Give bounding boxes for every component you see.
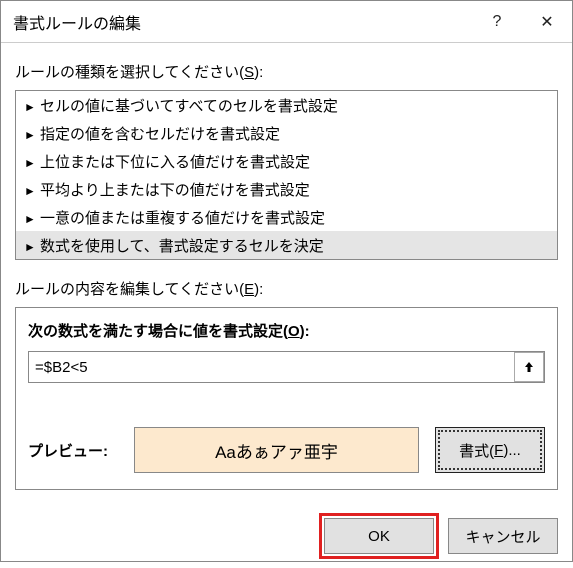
rule-type-item[interactable]: ► 一意の値または重複する値だけを書式設定 xyxy=(16,203,557,231)
rule-type-item[interactable]: ► セルの値に基づいてすべてのセルを書式設定 xyxy=(16,91,557,119)
rule-type-item-label: 上位または下位に入る値だけを書式設定 xyxy=(40,154,310,171)
edit-formatting-rule-dialog: 書式ルールの編集 ? ✕ ルールの種類を選択してください(S): ► セルの値に基… xyxy=(0,0,573,562)
arrow-icon: ► xyxy=(24,240,36,254)
rule-type-label: ルールの種類を選択してください(S): xyxy=(15,61,558,82)
arrow-icon: ► xyxy=(24,100,36,114)
collapse-dialog-button[interactable] xyxy=(514,352,544,382)
rule-type-item[interactable]: ► 上位または下位に入る値だけを書式設定 xyxy=(16,147,557,175)
arrow-icon: ► xyxy=(24,128,36,142)
dialog-button-row: OK キャンセル xyxy=(1,504,572,568)
dialog-title: 書式ルールの編集 xyxy=(13,10,472,34)
rule-content-box: 次の数式を満たす場合に値を書式設定(O): プレビュー: Aaあぁアァ亜宇 xyxy=(15,307,558,490)
rule-edit-label-key: E xyxy=(244,281,254,298)
ok-button-label: OK xyxy=(368,528,390,545)
rule-type-item[interactable]: ► 平均より上または下の値だけを書式設定 xyxy=(16,175,557,203)
formula-label-pre: 次の数式を満たす場合に値を書式設定( xyxy=(28,323,288,340)
formula-label: 次の数式を満たす場合に値を書式設定(O): xyxy=(28,320,545,341)
rule-type-list: ►セルの値に基づいてすべてのセルを書式設定 ►指定の値を含むセルだけを書式設定 … xyxy=(15,90,558,260)
close-button[interactable]: ✕ xyxy=(522,1,572,43)
rule-type-label-key: S xyxy=(244,64,254,81)
preview-box: Aaあぁアァ亜宇 xyxy=(134,427,419,473)
rule-type-label-pre: ルールの種類を選択してください( xyxy=(15,64,244,81)
rule-type-label-post: ): xyxy=(254,64,263,81)
preview-row: プレビュー: Aaあぁアァ亜宇 書式(F)... xyxy=(28,427,545,473)
rule-edit-label-pre: ルールの内容を編集してください( xyxy=(15,281,244,298)
rule-type-item[interactable]: ► 指定の値を含むセルだけを書式設定 xyxy=(16,119,557,147)
format-button-pre: 書式( xyxy=(459,440,494,461)
help-button[interactable]: ? xyxy=(472,1,522,43)
arrow-icon: ► xyxy=(24,156,36,170)
rule-type-item[interactable]: ► 数式を使用して、書式設定するセルを決定 xyxy=(16,231,557,259)
rule-type-item-label: セルの値に基づいてすべてのセルを書式設定 xyxy=(40,98,338,115)
cancel-button-label: キャンセル xyxy=(465,526,540,547)
rule-edit-label-post: ): xyxy=(254,281,263,298)
collapse-icon xyxy=(522,360,536,374)
dialog-content: ルールの種類を選択してください(S): ► セルの値に基づいてすべてのセルを書式設… xyxy=(1,43,572,504)
rule-edit-label: ルールの内容を編集してください(E): xyxy=(15,278,558,299)
preview-label: プレビュー: xyxy=(28,440,118,461)
titlebar: 書式ルールの編集 ? ✕ xyxy=(1,1,572,43)
formula-label-key: O xyxy=(288,323,300,340)
arrow-icon: ► xyxy=(24,184,36,198)
format-button-post: )... xyxy=(503,442,521,459)
formula-row xyxy=(28,351,545,383)
preview-text: Aaあぁアァ亜宇 xyxy=(215,438,338,463)
help-icon: ? xyxy=(493,13,502,31)
rule-type-item-label: 数式を使用して、書式設定するセルを決定 xyxy=(40,238,324,255)
format-button-key: F xyxy=(494,442,503,459)
cancel-button[interactable]: キャンセル xyxy=(448,518,558,554)
rule-type-item-label: 平均より上または下の値だけを書式設定 xyxy=(40,182,310,199)
format-button[interactable]: 書式(F)... xyxy=(435,427,545,473)
rule-type-item-label: 指定の値を含むセルだけを書式設定 xyxy=(40,126,280,143)
close-icon: ✕ xyxy=(540,12,553,32)
rule-type-item-label: 一意の値または重複する値だけを書式設定 xyxy=(40,210,325,227)
formula-label-post: ): xyxy=(300,323,310,340)
arrow-icon: ► xyxy=(24,212,36,226)
ok-button[interactable]: OK xyxy=(324,518,434,554)
rule-edit-section: ルールの内容を編集してください(E): 次の数式を満たす場合に値を書式設定(O)… xyxy=(15,278,558,490)
formula-input[interactable] xyxy=(28,351,545,383)
